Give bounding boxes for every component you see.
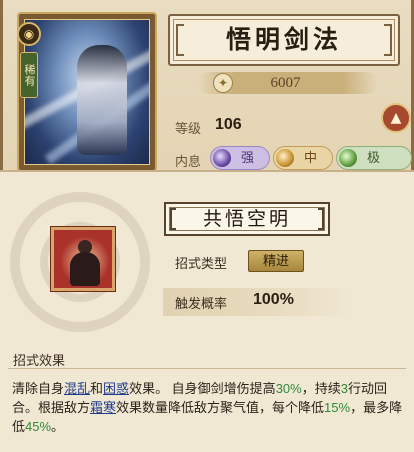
neigong-option-label: 中 (304, 150, 318, 165)
green-orb-icon (339, 149, 357, 167)
move-name-plaque: 共悟空明 (164, 202, 330, 236)
effect-number: 30% (275, 381, 302, 396)
keyword-link[interactable]: 混乱 (64, 381, 90, 396)
skill-name-plaque: 悟明剑法 (168, 14, 400, 66)
move-detail-popup: 共悟空明 招式类型 精进 触发概率 100% 招式效果 清除自身混乱和困惑效果。… (0, 170, 414, 452)
effect-description: 清除自身混乱和困惑效果。 自身御剑增伤提高30%，持续3行动回合。根据敌方霜寒效… (12, 379, 408, 436)
faction-badge-icon: ◉ (17, 22, 41, 46)
purple-orb-icon (213, 149, 231, 167)
section-divider (8, 368, 406, 369)
effect-text: 和 (90, 381, 104, 396)
trigger-rate-value: 100% (253, 291, 294, 308)
upgrade-arrow-button[interactable]: ▲ (381, 103, 411, 133)
effect-heading: 招式效果 (13, 353, 66, 368)
rarity-tag: 稀有 (20, 52, 38, 98)
effect-text: 效果。 自身御剑增伤提高 (129, 381, 276, 396)
power-value: 6007 (270, 75, 301, 91)
move-name: 共悟空明 (202, 208, 291, 230)
skill-name: 悟明剑法 (225, 25, 342, 54)
effect-text: 清除自身 (12, 381, 65, 396)
effect-number: 45% (25, 419, 52, 434)
trigger-rate-label: 触发概率 (175, 296, 228, 311)
gold-orb-icon (276, 149, 294, 167)
effect-text: ，持续 (301, 381, 341, 396)
move-type-label: 招式类型 (175, 256, 228, 271)
neigong-option-strong[interactable]: 强 (210, 146, 270, 170)
power-icon: ✦ (213, 73, 233, 93)
keyword-link[interactable]: 困惑 (103, 381, 129, 396)
skill-header-panel: ◉ 稀有 悟明剑法 ✦ 6007 ▲ 等级 106 内息 强 中 极 (0, 0, 414, 175)
keyword-link[interactable]: 霜寒 (90, 400, 116, 415)
neigong-label: 内息 (175, 154, 202, 169)
effect-text: 效果数量降低敌方聚气值，每个降低 (116, 400, 325, 415)
effect-text: 。 (51, 419, 65, 434)
meditating-figure-icon (70, 252, 100, 286)
neigong-option-label: 极 (367, 150, 381, 165)
level-label: 等级 (175, 121, 202, 136)
character-portrait (24, 19, 150, 165)
move-icon[interactable] (51, 227, 115, 291)
move-type-badge: 精进 (248, 250, 304, 272)
neigong-option-extreme[interactable]: 极 (336, 146, 412, 170)
swordsman-figure (77, 45, 127, 155)
effect-number: 3 (340, 381, 348, 396)
effect-number: 15% (324, 400, 351, 415)
level-value: 106 (215, 116, 242, 133)
neigong-option-label: 强 (241, 150, 255, 165)
neigong-option-medium[interactable]: 中 (273, 146, 333, 170)
